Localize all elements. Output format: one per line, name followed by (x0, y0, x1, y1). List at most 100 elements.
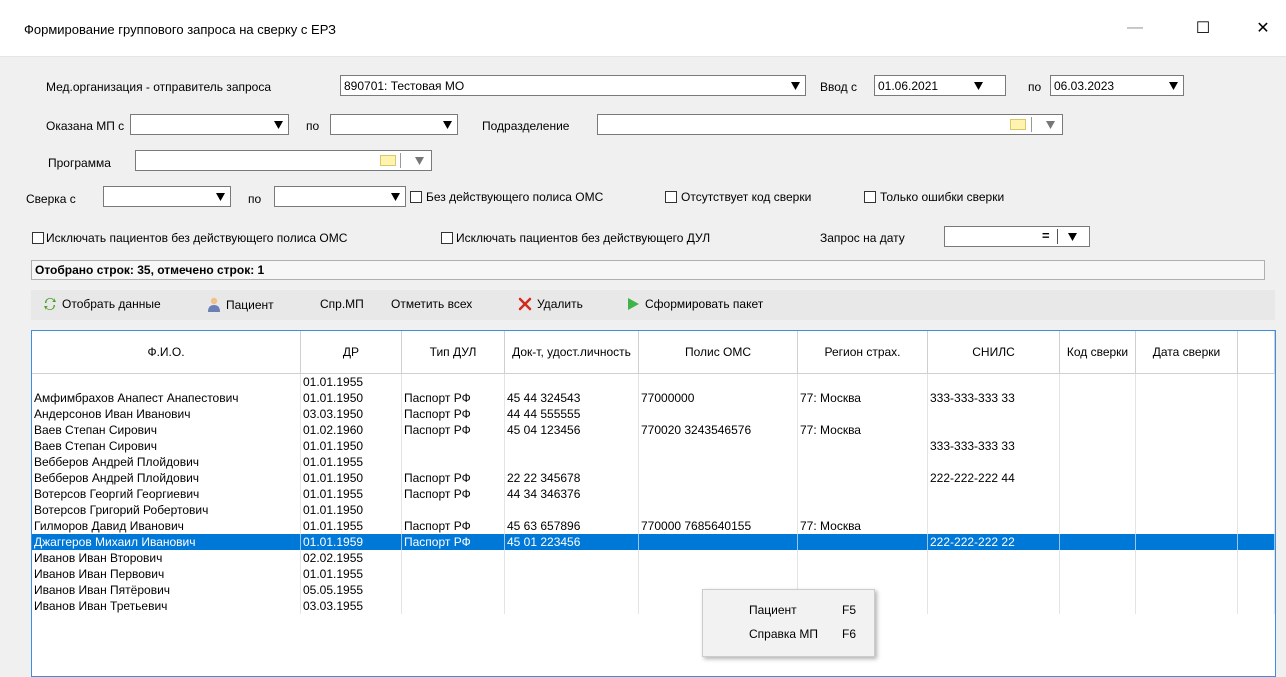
cell-dob[interactable]: 03.03.1955 (301, 598, 402, 614)
cell-snils[interactable] (928, 486, 1060, 502)
cell-fio[interactable]: Андерсонов Иван Иванович (32, 406, 301, 422)
cell-dob[interactable]: 01.01.1959 (301, 534, 402, 550)
chevron-down-icon[interactable] (387, 187, 404, 206)
cell-filler[interactable] (1238, 550, 1275, 566)
column-header-policy[interactable]: Полис ОМС (639, 331, 798, 374)
cell-recon-code[interactable] (1060, 390, 1136, 406)
cell-fio[interactable] (32, 374, 301, 390)
mark-all-button[interactable]: Отметить всех (391, 297, 472, 311)
chevron-down-icon[interactable] (970, 76, 987, 95)
cell-policy[interactable] (639, 534, 798, 550)
cell-recon-date[interactable] (1136, 374, 1238, 390)
cell-dob[interactable]: 01.01.1950 (301, 502, 402, 518)
cell-filler[interactable] (1238, 566, 1275, 582)
table-row[interactable]: Андерсонов Иван Иванович 03.03.1950 Паспор… (32, 406, 1275, 422)
only-errors-checkbox[interactable] (864, 191, 876, 203)
patients-table[interactable]: Ф.И.О. ДР Тип ДУЛ Док-т, удост.личность … (31, 330, 1276, 677)
chevron-down-icon[interactable] (270, 115, 287, 134)
cell-recon-code[interactable] (1060, 438, 1136, 454)
cell-doc[interactable] (505, 550, 639, 566)
input-from-combo[interactable]: 01.06.2021 (874, 75, 1006, 96)
cell-recon-date[interactable] (1136, 486, 1238, 502)
cell-filler[interactable] (1238, 486, 1275, 502)
cell-fio[interactable]: Вебберов Андрей Плойдович (32, 454, 301, 470)
cell-snils[interactable]: 333-333-333 33 (928, 390, 1060, 406)
table-row[interactable]: 01.01.1955 (32, 374, 1275, 390)
cell-recon-date[interactable] (1136, 566, 1238, 582)
cell-snils[interactable] (928, 422, 1060, 438)
cell-recon-code[interactable] (1060, 470, 1136, 486)
cell-fio[interactable]: Гилморов Давид Иванович (32, 518, 301, 534)
minimize-button[interactable]: — (1112, 10, 1158, 46)
cell-filler[interactable] (1238, 582, 1275, 598)
table-row[interactable]: Вебберов Андрей Плойдович 01.01.1955 (32, 454, 1275, 470)
cell-dob[interactable]: 01.01.1955 (301, 454, 402, 470)
cell-policy[interactable] (639, 566, 798, 582)
cell-recon-date[interactable] (1136, 582, 1238, 598)
sender-combo[interactable]: 890701: Тестовая МО (340, 75, 806, 96)
cell-filler[interactable] (1238, 406, 1275, 422)
cell-recon-code[interactable] (1060, 422, 1136, 438)
cell-recon-date[interactable] (1136, 470, 1238, 486)
cell-dul-type[interactable] (402, 438, 505, 454)
cell-recon-code[interactable] (1060, 374, 1136, 390)
cell-fio[interactable]: Ваев Степан Сирович (32, 438, 301, 454)
request-date-combo[interactable]: = (944, 226, 1090, 247)
cell-dul-type[interactable] (402, 374, 505, 390)
cell-dul-type[interactable]: Паспорт РФ (402, 518, 505, 534)
cell-dul-type[interactable]: Паспорт РФ (402, 534, 505, 550)
cell-dul-type[interactable] (402, 550, 505, 566)
cell-doc[interactable] (505, 454, 639, 470)
cell-recon-date[interactable] (1136, 518, 1238, 534)
recon-from-combo[interactable] (103, 186, 231, 207)
cell-filler[interactable] (1238, 438, 1275, 454)
cell-dob[interactable]: 01.01.1955 (301, 566, 402, 582)
cell-region[interactable] (798, 566, 928, 582)
cell-recon-date[interactable] (1136, 502, 1238, 518)
chevron-down-icon[interactable] (1064, 227, 1081, 246)
dictionary-icon[interactable] (380, 155, 396, 166)
chevron-down-icon[interactable] (212, 187, 229, 206)
cell-policy[interactable] (639, 438, 798, 454)
cell-fio[interactable]: Джаггеров Михаил Иванович (32, 534, 301, 550)
cell-snils[interactable] (928, 518, 1060, 534)
mp-from-combo[interactable] (130, 114, 289, 135)
cell-recon-date[interactable] (1136, 438, 1238, 454)
cell-snils[interactable] (928, 566, 1060, 582)
cell-recon-date[interactable] (1136, 422, 1238, 438)
cell-doc[interactable] (505, 598, 639, 614)
cell-snils[interactable] (928, 502, 1060, 518)
cell-dob[interactable]: 01.02.1960 (301, 422, 402, 438)
cell-doc[interactable]: 22 22 345678 (505, 470, 639, 486)
cell-snils[interactable] (928, 582, 1060, 598)
cell-dul-type[interactable] (402, 454, 505, 470)
cell-filler[interactable] (1238, 454, 1275, 470)
input-to-combo[interactable]: 06.03.2023 (1050, 75, 1184, 96)
cell-fio[interactable]: Ваев Степан Сирович (32, 422, 301, 438)
form-package-button[interactable]: Сформировать пакет (627, 297, 763, 311)
cell-dul-type[interactable] (402, 502, 505, 518)
cell-filler[interactable] (1238, 374, 1275, 390)
cell-fio[interactable]: Иванов Иван Первович (32, 566, 301, 582)
cell-filler[interactable] (1238, 534, 1275, 550)
cell-snils[interactable] (928, 374, 1060, 390)
cell-dul-type[interactable]: Паспорт РФ (402, 470, 505, 486)
cell-dob[interactable]: 05.05.1955 (301, 582, 402, 598)
no-policy-checkbox[interactable] (410, 191, 422, 203)
cell-policy[interactable] (639, 470, 798, 486)
cell-recon-code[interactable] (1060, 486, 1136, 502)
cell-dob[interactable]: 01.01.1950 (301, 438, 402, 454)
delete-button[interactable]: Удалить (518, 297, 583, 311)
cell-dob[interactable]: 01.01.1955 (301, 486, 402, 502)
column-header-recon-date[interactable]: Дата сверки (1136, 331, 1238, 374)
cell-dul-type[interactable]: Паспорт РФ (402, 406, 505, 422)
table-row[interactable]: Вотерсов Георгий Георгиевич 01.01.1955 Пас… (32, 486, 1275, 502)
cell-dob[interactable]: 01.01.1950 (301, 390, 402, 406)
table-row[interactable]: Вотерсов Григорий Робертович 01.01.1950 (32, 502, 1275, 518)
cell-recon-date[interactable] (1136, 550, 1238, 566)
cell-recon-date[interactable] (1136, 390, 1238, 406)
cell-doc[interactable]: 45 01 223456 (505, 534, 639, 550)
cell-dul-type[interactable]: Паспорт РФ (402, 486, 505, 502)
close-button[interactable]: ✕ (1240, 10, 1286, 46)
cell-region[interactable] (798, 454, 928, 470)
